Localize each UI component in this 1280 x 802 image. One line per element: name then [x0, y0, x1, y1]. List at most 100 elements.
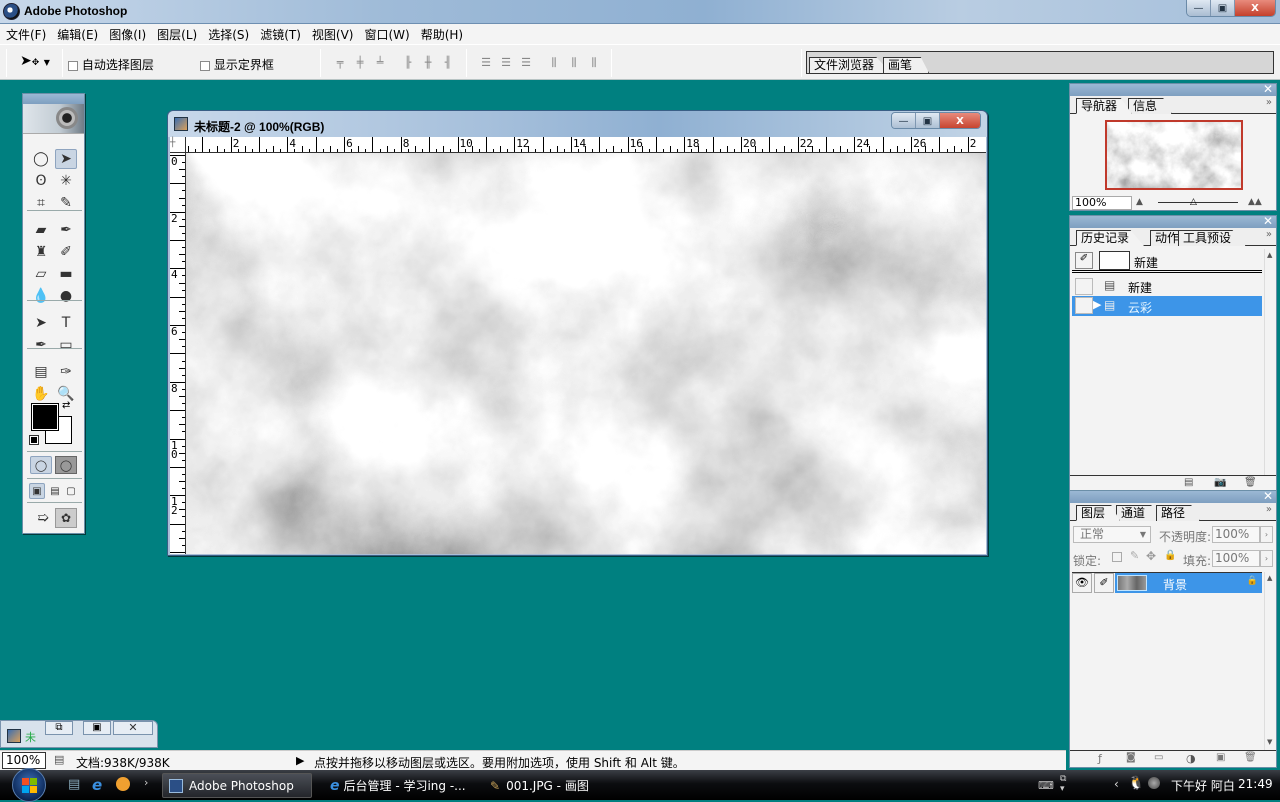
- layer-brush-link-icon[interactable]: ✐: [1094, 573, 1114, 593]
- minimize-button[interactable]: —: [1187, 0, 1211, 16]
- image-canvas[interactable]: [186, 153, 986, 554]
- zoom-in-icon[interactable]: ▲▲: [1248, 197, 1262, 207]
- foreground-color-swatch[interactable]: [31, 403, 59, 431]
- lock-all-icon[interactable]: 🔒: [1164, 550, 1176, 561]
- navigator-zoom-field[interactable]: 100%: [1072, 196, 1132, 210]
- gradient-tool-icon[interactable]: ▬: [55, 264, 77, 284]
- ruler-origin[interactable]: ┼: [170, 137, 186, 153]
- document-icon[interactable]: [174, 117, 188, 131]
- adjustment-layer-icon[interactable]: ◑: [1186, 752, 1196, 765]
- restore-button[interactable]: ▣: [1211, 0, 1235, 16]
- tab-paths[interactable]: 路径: [1156, 505, 1201, 521]
- pen-tool-icon[interactable]: ✒: [30, 335, 52, 355]
- photoshop-app-icon[interactable]: [3, 3, 20, 20]
- imageready-icon[interactable]: ✿: [55, 508, 77, 528]
- clock[interactable]: 21:49: [1238, 777, 1273, 791]
- layers-scrollbar[interactable]: ▲ ▼: [1264, 572, 1276, 750]
- menu-file[interactable]: 文件(F): [2, 26, 53, 43]
- tab-channels[interactable]: 通道: [1116, 505, 1161, 521]
- history-brush-source-box[interactable]: [1075, 297, 1093, 314]
- eraser-tool-icon[interactable]: ▱: [30, 264, 52, 284]
- standard-screen-mode-icon[interactable]: ▣: [29, 483, 45, 499]
- jump-to-imageready-icon[interactable]: ➯: [32, 508, 54, 528]
- horizontal-ruler[interactable]: 024681012141618202224262: [170, 137, 986, 153]
- align-bottom-icon[interactable]: ╧: [372, 55, 388, 71]
- layer-mask-icon[interactable]: ◙: [1126, 752, 1136, 763]
- move-tool-icon[interactable]: ➤✥ ▼: [20, 53, 50, 69]
- full-screen-menu-mode-icon[interactable]: ▤: [47, 483, 63, 499]
- tab-history[interactable]: 历史记录: [1076, 230, 1145, 246]
- panel-title-bar[interactable]: ✕: [1070, 489, 1276, 503]
- eyedropper-tool-icon[interactable]: ✑: [55, 362, 77, 382]
- type-tool-icon[interactable]: T: [55, 313, 77, 333]
- qq-music-icon[interactable]: [116, 777, 130, 791]
- panel-close-icon[interactable]: ✕: [1263, 489, 1273, 503]
- close-doc-button[interactable]: ✕: [113, 721, 153, 735]
- history-brush-source-box[interactable]: [1075, 278, 1093, 295]
- volume-tray-icon[interactable]: [1148, 777, 1160, 789]
- status-zoom-field[interactable]: 100%: [2, 752, 46, 769]
- maximize-doc-button[interactable]: ▣: [83, 721, 111, 735]
- app-title-bar[interactable]: Adobe Photoshop — ▣ X: [0, 0, 1280, 24]
- history-snapshot-row[interactable]: ✐ 新建: [1072, 249, 1262, 273]
- restore-doc-button[interactable]: ⧉: [45, 721, 73, 735]
- move-tool-icon[interactable]: ➤: [55, 149, 77, 169]
- navigator-thumbnail[interactable]: [1105, 120, 1243, 190]
- history-state-row[interactable]: ▤ 新建: [1072, 276, 1262, 296]
- history-state-row-selected[interactable]: ▶ ▤ 云彩: [1072, 296, 1262, 316]
- lock-position-icon[interactable]: ✥: [1146, 549, 1156, 563]
- quick-launch-expand-icon[interactable]: ›: [144, 776, 148, 789]
- auto-select-layer-checkbox[interactable]: [68, 60, 78, 71]
- menu-image[interactable]: 图像(I): [105, 26, 153, 43]
- align-hcenter-icon[interactable]: ╫: [420, 55, 436, 71]
- task-paint[interactable]: ✎ 001.JPG - 画图: [484, 773, 634, 798]
- align-vcenter-icon[interactable]: ╪: [352, 55, 368, 71]
- scroll-down-icon[interactable]: ▼: [1267, 738, 1272, 746]
- well-tab-brushes[interactable]: 画笔: [883, 57, 930, 73]
- lock-image-icon[interactable]: ✎: [1130, 549, 1139, 562]
- rectangle-tool-icon[interactable]: ▭: [55, 335, 77, 355]
- panel-menu-icon[interactable]: »: [1266, 504, 1272, 515]
- distribute-hcenter-icon[interactable]: ⫼: [566, 55, 582, 71]
- keyboard-icon[interactable]: ⌨: [1038, 779, 1054, 792]
- internet-explorer-icon[interactable]: e: [92, 776, 102, 794]
- trash-icon[interactable]: 🗑: [1244, 477, 1257, 488]
- align-top-icon[interactable]: ╤: [332, 55, 348, 71]
- menu-help[interactable]: 帮助(H): [417, 26, 470, 43]
- task-photoshop[interactable]: Adobe Photoshop: [162, 773, 312, 798]
- opacity-slider-button[interactable]: ›: [1260, 526, 1273, 543]
- close-button[interactable]: X: [1235, 0, 1275, 16]
- history-brush-source-icon[interactable]: ✐: [1075, 252, 1093, 269]
- panel-close-icon[interactable]: ✕: [1263, 214, 1273, 228]
- panel-close-icon[interactable]: ✕: [1263, 82, 1273, 96]
- document-title-bar[interactable]: 未标题-2 @ 100%(RGB) — ▣ X: [168, 111, 987, 137]
- panel-title-bar[interactable]: ✕: [1070, 82, 1276, 96]
- path-selection-tool-icon[interactable]: ➤: [30, 313, 52, 333]
- vertical-ruler[interactable]: 0 2 4 6 8 10 12: [170, 153, 186, 554]
- zoom-out-icon[interactable]: ▲: [1136, 197, 1143, 207]
- well-tab-file-browser[interactable]: 文件浏览器: [809, 57, 892, 73]
- tab-navigator[interactable]: 导航器: [1076, 98, 1133, 114]
- opacity-field[interactable]: 100%: [1212, 526, 1260, 543]
- zoom-slider-handle[interactable]: △: [1190, 197, 1197, 207]
- quick-mask-mode-icon[interactable]: ◯: [55, 456, 77, 474]
- new-document-icon[interactable]: ▤: [1184, 477, 1193, 488]
- menu-view[interactable]: 视图(V): [308, 26, 361, 43]
- distribute-top-icon[interactable]: ☰: [478, 55, 494, 71]
- panel-menu-icon[interactable]: »: [1266, 97, 1272, 108]
- document-close-button[interactable]: X: [940, 113, 980, 128]
- fill-field[interactable]: 100%: [1212, 550, 1260, 567]
- marquee-tool-icon[interactable]: ◯: [30, 149, 52, 169]
- show-bounding-box-checkbox[interactable]: [200, 60, 210, 71]
- document-maximize-button[interactable]: ▣: [916, 113, 940, 128]
- document-minimize-button[interactable]: —: [892, 113, 916, 128]
- layer-style-icon[interactable]: ƒ: [1098, 752, 1102, 765]
- clone-stamp-tool-icon[interactable]: ♜: [30, 242, 52, 262]
- new-layer-icon[interactable]: ▣: [1216, 752, 1225, 763]
- distribute-vcenter-icon[interactable]: ☰: [498, 55, 514, 71]
- healing-brush-tool-icon[interactable]: ▰: [30, 220, 52, 240]
- swap-colors-icon[interactable]: ⇄: [62, 400, 70, 411]
- lasso-tool-icon[interactable]: ʘ: [30, 171, 52, 191]
- blend-mode-select[interactable]: 正常 ▼: [1073, 526, 1151, 543]
- distribute-left-icon[interactable]: ⫼: [546, 55, 562, 71]
